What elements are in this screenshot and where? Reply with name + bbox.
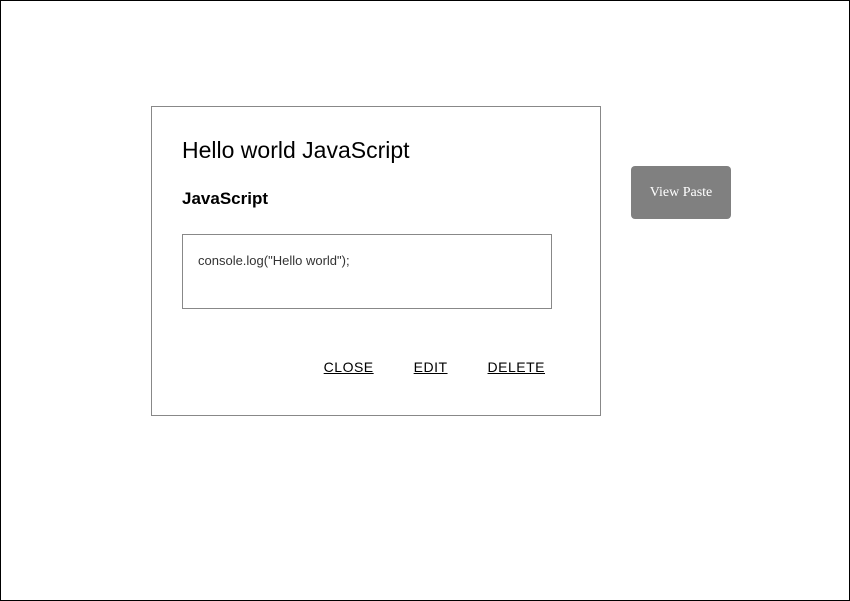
- code-content: console.log("Hello world");: [182, 234, 552, 309]
- paste-title: Hello world JavaScript: [182, 137, 570, 164]
- close-button[interactable]: CLOSE: [324, 359, 374, 375]
- dialog-actions: CLOSE EDIT DELETE: [182, 359, 570, 375]
- language-label: JavaScript: [182, 189, 570, 209]
- edit-button[interactable]: EDIT: [414, 359, 448, 375]
- view-paste-button[interactable]: View Paste: [631, 166, 731, 219]
- paste-dialog: Hello world JavaScript JavaScript consol…: [151, 106, 601, 416]
- delete-button[interactable]: DELETE: [488, 359, 545, 375]
